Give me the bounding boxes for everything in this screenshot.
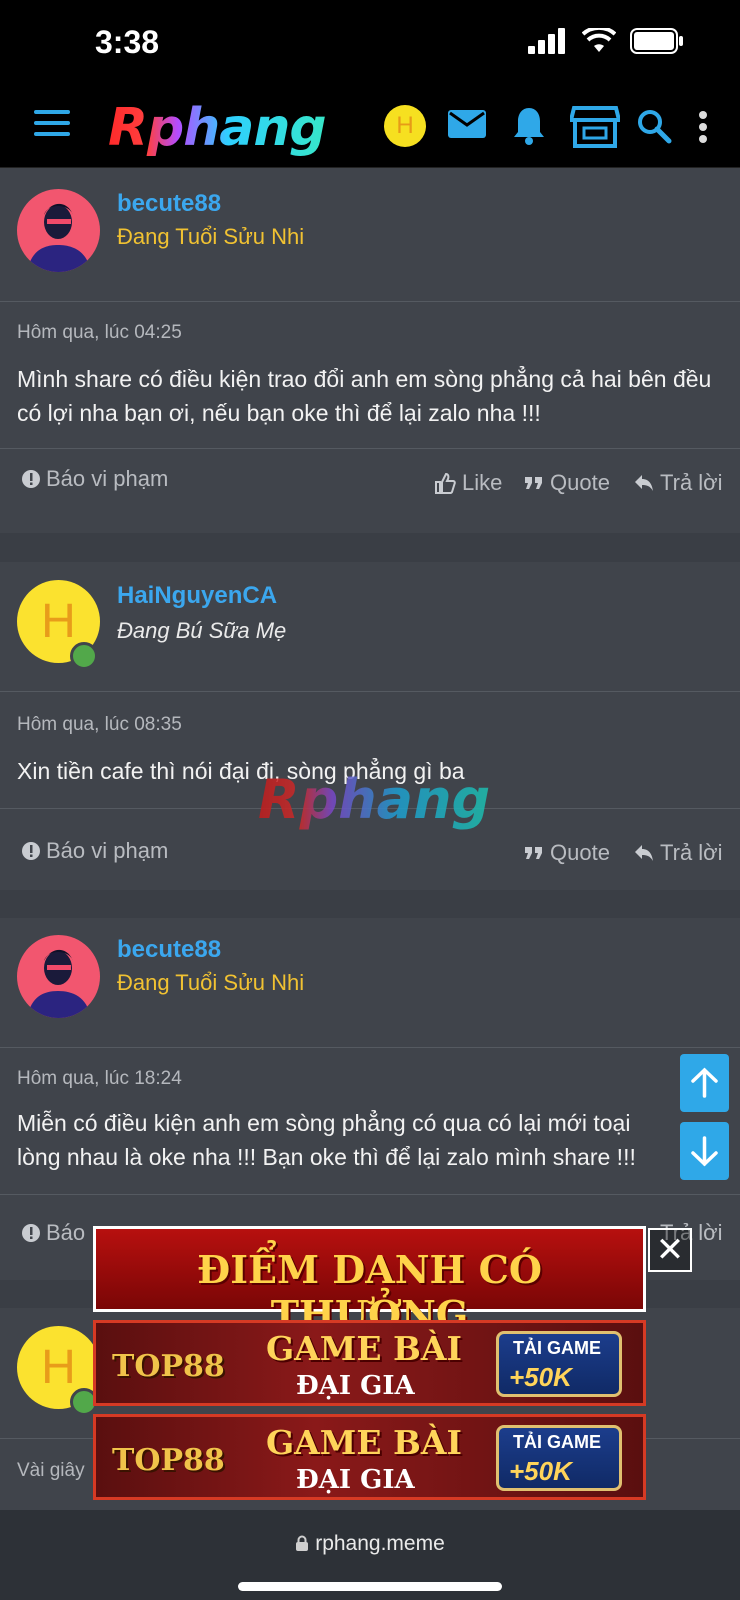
post-date[interactable]: Hôm qua, lúc 08:35: [17, 714, 182, 736]
divider: [0, 1194, 740, 1195]
online-status-icon: [70, 642, 98, 670]
top-navbar: Rphang H: [0, 88, 740, 168]
like-label: Like: [462, 470, 503, 495]
user-title: Đang Bú Sữa Mẹ: [117, 618, 287, 643]
report-button[interactable]: Báo vi phạm: [22, 838, 168, 864]
post-body: Miễn có điều kiện anh em sòng phẳng có q…: [17, 1110, 636, 1170]
browser-bottom-bar: rphang.meme: [0, 1510, 740, 1600]
post-date[interactable]: Vài giây: [17, 1460, 85, 1482]
ad-headline: GAME BÀI: [266, 1329, 462, 1368]
avatar[interactable]: [17, 189, 100, 272]
reply-label: Trả lời: [660, 840, 723, 865]
ad-brand: TOP88: [112, 1443, 225, 1478]
post-username[interactable]: becute88: [117, 936, 221, 964]
user-avatar[interactable]: H: [384, 105, 426, 147]
report-label: Báo vi phạm: [46, 466, 169, 491]
post-date[interactable]: Hôm qua, lúc 18:24: [17, 1068, 182, 1090]
search-icon[interactable]: [636, 108, 672, 144]
post-date[interactable]: Hôm qua, lúc 04:25: [17, 322, 182, 344]
quote-label: Quote: [550, 470, 610, 495]
site-logo[interactable]: Rphang: [108, 98, 327, 158]
post-author-header: H HaiNguyenCA Đang Bú Sữa Mẹ: [0, 562, 740, 692]
quote-icon: [525, 847, 542, 859]
quote-icon: [525, 477, 542, 489]
ad-headline: GAME BÀI: [266, 1423, 462, 1462]
post-author-header: becute88 Đang Tuổi Sửu Nhi: [0, 918, 740, 1048]
post-username[interactable]: HaiNguyenCA: [117, 582, 277, 610]
wifi-icon: [582, 28, 616, 52]
ad-banner-checkin[interactable]: ĐIỂM DANH CÓ THƯỞNG: [93, 1226, 646, 1337]
avatar[interactable]: [17, 935, 100, 1018]
more-vertical-icon[interactable]: [698, 110, 708, 144]
alert-icon: [22, 842, 40, 860]
ad-brand: TOP88: [112, 1349, 225, 1384]
status-bar: 3:38: [0, 0, 740, 88]
ad-subheadline: ĐẠI GIA: [296, 1465, 415, 1495]
alert-icon: [22, 1224, 40, 1242]
report-button[interactable]: Báo vi phạm: [22, 466, 168, 492]
post-card: H HaiNguyenCA Đang Bú Sữa Mẹ Hôm qua, lú…: [0, 562, 740, 890]
user-title: Đang Tuổi Sửu Nhi: [117, 970, 305, 995]
reply-icon: [635, 845, 653, 861]
home-indicator[interactable]: [238, 1582, 502, 1591]
scroll-up-button[interactable]: [680, 1054, 729, 1112]
report-button[interactable]: Báo: [22, 1220, 85, 1246]
reply-button[interactable]: Trả lời: [634, 840, 723, 866]
like-button[interactable]: Like: [434, 470, 502, 496]
report-label: Báo vi phạm: [46, 838, 169, 863]
reply-label: Trả lời: [660, 470, 723, 495]
ad-close-button[interactable]: ✕: [648, 1228, 692, 1272]
arrow-down-icon: [691, 1136, 718, 1167]
status-time: 3:38: [95, 24, 160, 60]
post-body: Mình share có điều kiện trao đổi anh em …: [17, 366, 712, 426]
divider: [0, 448, 740, 449]
post-username[interactable]: becute88: [117, 190, 221, 218]
ad-banner-game[interactable]: TOP88 GAME BÀI ĐẠI GIA TẢI GAME +50K: [93, 1320, 646, 1406]
user-title: Đang Tuổi Sửu Nhi: [117, 224, 305, 249]
quote-label: Quote: [550, 840, 610, 865]
ad-cta-line2: +50K: [509, 1362, 572, 1392]
address-bar[interactable]: rphang.meme: [0, 1532, 740, 1556]
ad-subheadline: ĐẠI GIA: [296, 1371, 415, 1401]
quote-button[interactable]: Quote: [524, 470, 610, 496]
ad-download-button[interactable]: TẢI GAME +50K: [496, 1331, 622, 1397]
ad-cta-line1: TẢI GAME: [513, 1432, 601, 1452]
thumbs-up-icon: [435, 472, 456, 494]
arrow-up-icon: [691, 1067, 718, 1098]
menu-icon[interactable]: [34, 110, 70, 140]
ad-cta-line1: TẢI GAME: [513, 1338, 601, 1358]
battery-icon: [630, 28, 683, 54]
bell-icon[interactable]: [512, 106, 546, 146]
status-icons: [528, 28, 684, 54]
scroll-down-button[interactable]: [680, 1122, 729, 1180]
store-icon[interactable]: [570, 106, 620, 148]
reply-icon: [635, 475, 653, 491]
url-text: rphang.meme: [315, 1532, 445, 1555]
ad-banner-game[interactable]: TOP88 GAME BÀI ĐẠI GIA TẢI GAME +50K: [93, 1414, 646, 1500]
lock-icon: [296, 1535, 309, 1551]
ad-download-button[interactable]: TẢI GAME +50K: [496, 1425, 622, 1491]
post-author-header: becute88 Đang Tuổi Sửu Nhi: [0, 168, 740, 302]
alert-icon: [22, 470, 40, 488]
mail-icon[interactable]: [448, 106, 486, 140]
report-label: Báo: [46, 1220, 86, 1245]
post-card: becute88 Đang Tuổi Sửu Nhi Hôm qua, lúc …: [0, 168, 740, 533]
watermark-logo: Rphang: [258, 768, 491, 831]
quote-button[interactable]: Quote: [524, 840, 610, 866]
reply-button[interactable]: Trả lời: [634, 470, 723, 496]
signal-icon: [528, 28, 565, 54]
ad-cta-line2: +50K: [509, 1456, 572, 1486]
